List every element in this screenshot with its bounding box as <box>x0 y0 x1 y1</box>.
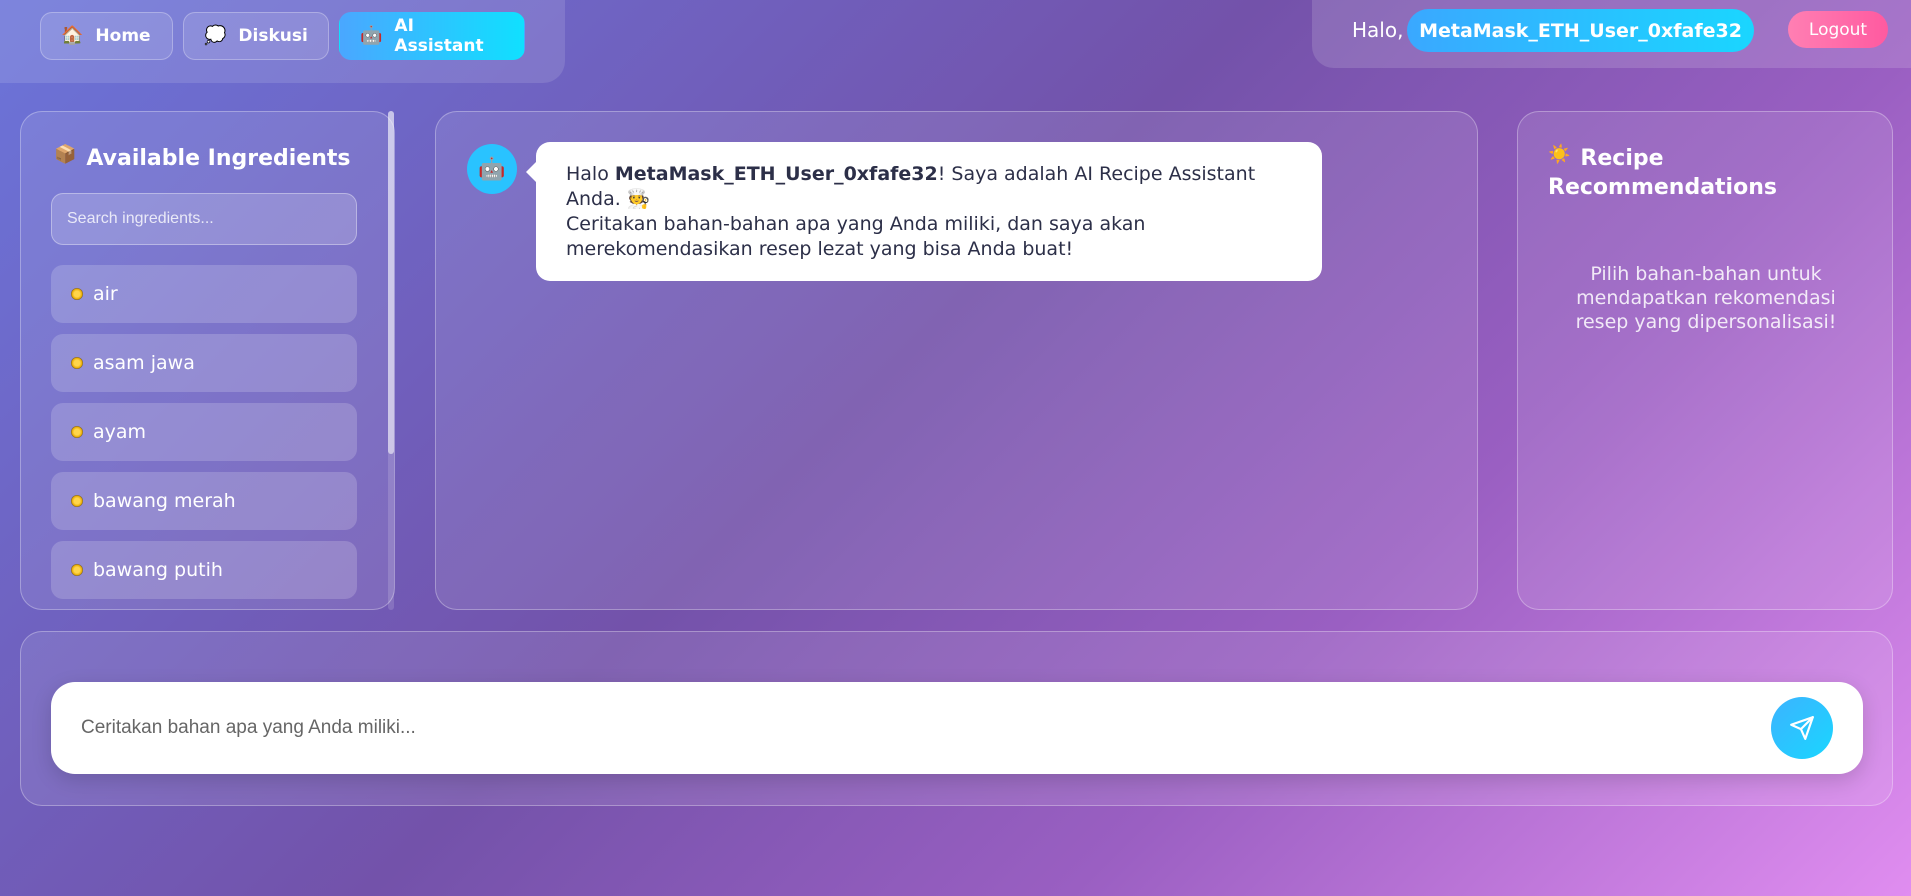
robot-icon: 🤖 <box>478 156 506 182</box>
nav-ai-assistant-button[interactable]: 🤖 AI Assistant <box>339 12 525 60</box>
user-bar: Halo, MetaMask_ETH_User_0xfafe32 Logout <box>1312 0 1911 68</box>
nav-diskusi-label: Diskusi <box>238 26 308 46</box>
recommendations-panel: ☀️ Recipe Recommendations Pilih bahan-ba… <box>1517 111 1893 610</box>
ingredient-dot-icon <box>71 357 83 369</box>
ingredient-label: bawang merah <box>93 490 236 512</box>
message-prefix: Halo <box>566 163 615 185</box>
username-badge: MetaMask_ETH_User_0xfafe32 <box>1407 9 1754 52</box>
package-icon: 📦 <box>54 144 77 165</box>
greeting-text: Halo, <box>1352 18 1404 42</box>
ingredients-title: 📦 Available Ingredients <box>54 144 351 172</box>
ingredient-label: asam jawa <box>93 352 195 374</box>
nav-home-label: Home <box>95 26 151 46</box>
send-button[interactable] <box>1771 697 1833 759</box>
ingredient-item[interactable]: air <box>51 265 357 323</box>
ingredients-panel: 📦 Available Ingredients air asam jawa ay… <box>20 111 395 610</box>
nav-diskusi-button[interactable]: 💭 Diskusi <box>183 12 329 60</box>
chat-message-input[interactable] <box>51 682 1863 774</box>
ingredients-scrollbar[interactable] <box>388 111 394 610</box>
ingredient-item[interactable]: bawang merah <box>51 472 357 530</box>
house-icon: 🏠 <box>61 25 84 46</box>
robot-icon: 🤖 <box>360 25 383 46</box>
ingredient-label: ayam <box>93 421 147 443</box>
ingredient-item[interactable]: bawang putih <box>51 541 357 599</box>
ingredient-search-input[interactable] <box>51 193 357 245</box>
nav-ai-assistant-label: AI Assistant <box>394 16 484 56</box>
ingredient-label: bawang putih <box>93 559 223 581</box>
nav-home-button[interactable]: 🏠 Home <box>40 12 173 60</box>
sun-icon: ☀️ <box>1548 144 1571 165</box>
main-nav: 🏠 Home 💭 Diskusi 🤖 AI Assistant <box>0 0 565 83</box>
recommendations-title-line2: Recommendations <box>1548 175 1777 200</box>
message-username: MetaMask_ETH_User_0xfafe32 <box>614 163 938 185</box>
bot-message-bubble: Halo MetaMask_ETH_User_0xfafe32! Saya ad… <box>526 142 1322 281</box>
logout-button[interactable]: Logout <box>1788 11 1888 48</box>
chef-icon: 🧑‍🍳 <box>626 188 651 210</box>
ingredient-dot-icon <box>71 288 83 300</box>
recommendations-title-line1: Recipe <box>1580 146 1664 171</box>
ingredient-label: air <box>93 283 118 305</box>
scrollbar-thumb[interactable] <box>388 111 394 454</box>
ingredient-dot-icon <box>71 564 83 576</box>
ingredient-dot-icon <box>71 426 83 438</box>
speech-bubble-icon: 💭 <box>204 25 227 46</box>
message-line2: Ceritakan bahan-bahan apa yang Anda mili… <box>566 213 1146 260</box>
send-icon <box>1790 716 1814 740</box>
recommendations-title: ☀️ Recipe Recommendations <box>1548 144 1777 201</box>
recommendations-empty-text: Pilih bahan-bahan untuk mendapatkan reko… <box>1575 263 1837 333</box>
ingredient-item[interactable]: ayam <box>51 403 357 461</box>
ingredients-title-text: Available Ingredients <box>86 146 351 171</box>
ingredient-dot-icon <box>71 495 83 507</box>
ingredient-item[interactable]: asam jawa <box>51 334 357 392</box>
bot-avatar: 🤖 <box>467 144 517 194</box>
chat-panel: 🤖 Halo MetaMask_ETH_User_0xfafe32! Saya … <box>435 111 1478 610</box>
chat-input-panel <box>20 631 1893 806</box>
